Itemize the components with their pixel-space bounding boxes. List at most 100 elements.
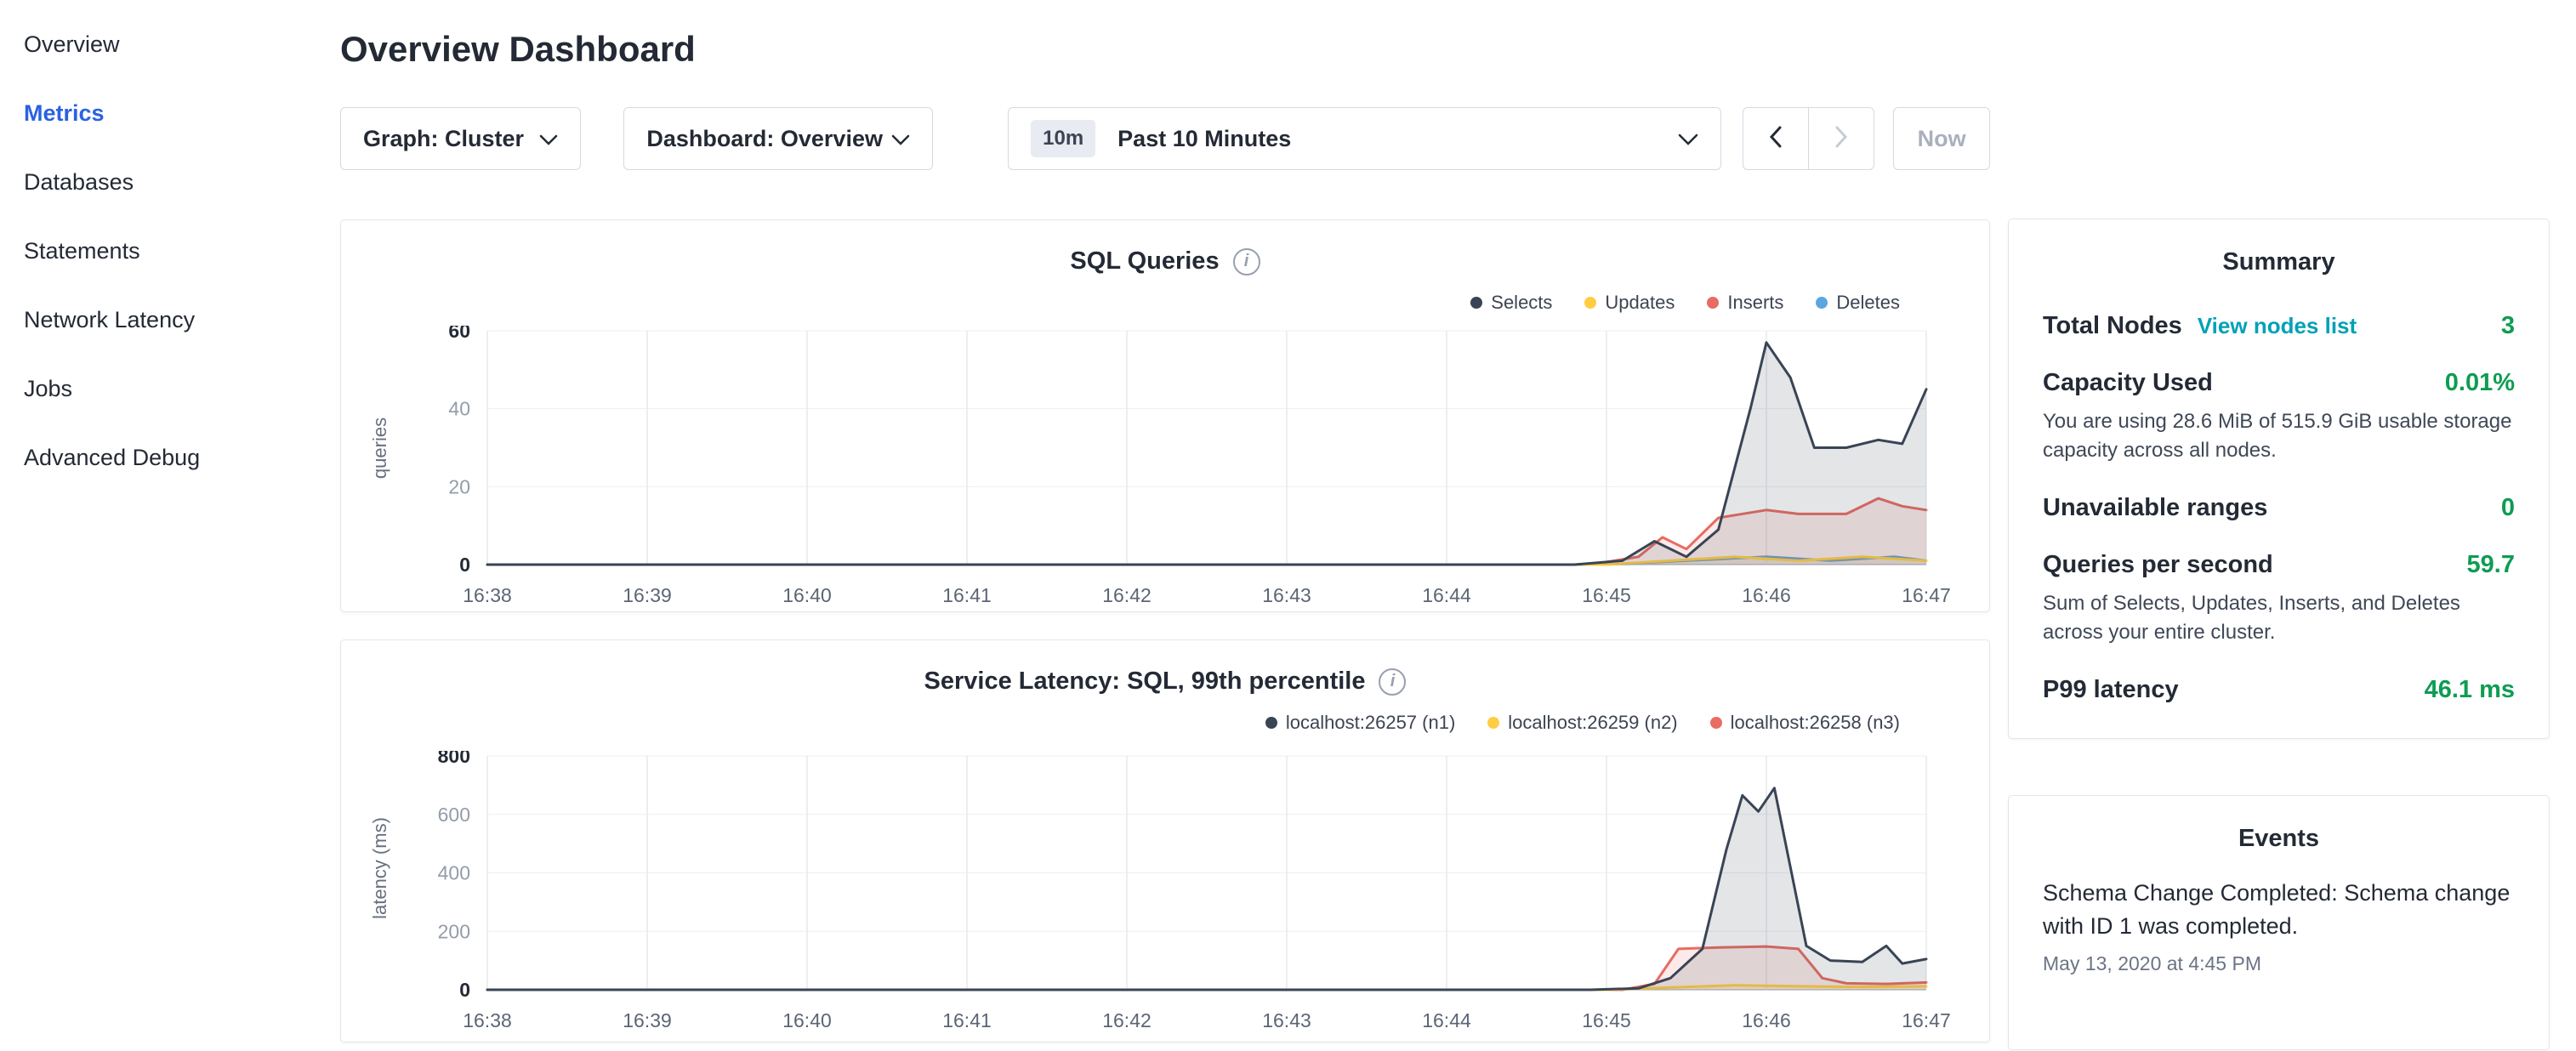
svg-text:600: 600 <box>438 804 470 826</box>
legend-dot-icon <box>1816 297 1828 309</box>
legend-label: Selects <box>1491 292 1552 314</box>
sidebar-item-network-latency[interactable]: Network Latency <box>0 286 340 355</box>
time-step-buttons <box>1743 107 1874 170</box>
svg-text:16:40: 16:40 <box>782 584 832 606</box>
svg-text:16:41: 16:41 <box>942 1009 992 1031</box>
summary-row-queries-per-second: Queries per second 59.7 Sum of Selects, … <box>2043 522 2515 647</box>
sidebar-item-jobs[interactable]: Jobs <box>0 355 340 423</box>
summary-row-value: 46.1 ms <box>2425 676 2515 704</box>
svg-text:16:38: 16:38 <box>463 584 512 606</box>
summary-row-description: Sum of Selects, Updates, Inserts, and De… <box>2043 589 2515 647</box>
summary-row-capacity-used: Capacity Used 0.01% You are using 28.6 M… <box>2043 340 2515 465</box>
sidebar-item-metrics[interactable]: Metrics <box>0 79 340 148</box>
svg-text:40: 40 <box>448 398 470 420</box>
legend-dot-icon <box>1707 297 1719 309</box>
summary-row-description: You are using 28.6 MiB of 515.9 GiB usab… <box>2043 407 2515 465</box>
summary-row-total-nodes: Total Nodes View nodes list 3 <box>2043 283 2515 340</box>
svg-text:16:40: 16:40 <box>782 1009 832 1031</box>
summary-panel: Summary Total Nodes View nodes list 3 Ca… <box>2008 219 2550 739</box>
dashboard-dropdown-label: Dashboard: Overview <box>646 126 883 152</box>
chevron-down-icon <box>891 126 910 152</box>
svg-text:0: 0 <box>459 554 470 576</box>
chevron-right-icon <box>1834 126 1848 152</box>
svg-text:16:43: 16:43 <box>1262 1009 1311 1031</box>
summary-row-value: 0 <box>2501 494 2515 522</box>
svg-text:16:46: 16:46 <box>1742 1009 1791 1031</box>
events-title: Events <box>2043 825 2515 853</box>
svg-text:16:41: 16:41 <box>942 584 992 606</box>
svg-text:20: 20 <box>448 475 470 497</box>
info-icon[interactable]: i <box>1233 248 1260 276</box>
legend-dot-icon <box>1265 717 1277 729</box>
chart-plot[interactable]: 0 20 40 60 16:38 16:39 16:40 16:41 16:42 16:43 16:… <box>341 326 1991 611</box>
chevron-down-icon <box>539 126 558 152</box>
chart-header: Service Latency: SQL, 99th percentile i <box>341 668 1989 696</box>
view-nodes-list-link[interactable]: View nodes list <box>2198 313 2357 339</box>
svg-text:800: 800 <box>438 751 470 767</box>
svg-text:16:39: 16:39 <box>623 1009 672 1031</box>
legend-item: Inserts <box>1707 292 1783 314</box>
time-prev-button[interactable] <box>1743 107 1809 170</box>
app-root: Overview Metrics Databases Statements Ne… <box>0 0 2576 1051</box>
sidebar-item-databases[interactable]: Databases <box>0 148 340 217</box>
legend-item: Deletes <box>1816 292 1900 314</box>
summary-row-value: 3 <box>2501 312 2515 340</box>
legend-item: localhost:26257 (n1) <box>1265 712 1455 734</box>
sidebar-item-advanced-debug[interactable]: Advanced Debug <box>0 423 340 492</box>
chart-header: SQL Queries i <box>341 247 1989 276</box>
svg-text:16:39: 16:39 <box>623 584 672 606</box>
chart-legend: localhost:26257 (n1) localhost:26259 (n2)… <box>1265 712 1900 734</box>
controls-bar: Graph: Cluster Dashboard: Overview 10m P… <box>340 107 1990 170</box>
summary-row-label: Capacity Used <box>2043 369 2213 397</box>
chart-canvas[interactable]: 0 20 40 60 16:38 16:39 16:40 16:41 16:42 16:43 16:… <box>341 326 1991 611</box>
chart-title: SQL Queries <box>1070 247 1219 276</box>
summary-row-value: 59.7 <box>2467 551 2515 579</box>
svg-text:16:42: 16:42 <box>1102 1009 1152 1031</box>
legend-item: localhost:26259 (n2) <box>1487 712 1677 734</box>
summary-row-p99-latency: P99 latency 46.1 ms <box>2043 647 2515 704</box>
summary-row-label: Queries per second <box>2043 551 2273 579</box>
page-title: Overview Dashboard <box>340 29 1990 70</box>
now-button[interactable]: Now <box>1893 107 1990 170</box>
svg-text:16:42: 16:42 <box>1102 584 1152 606</box>
legend-label: Updates <box>1605 292 1675 314</box>
sql-queries-chart-card: SQL Queries i Selects Updates Inserts Delet… <box>340 219 1990 612</box>
legend-label: Inserts <box>1727 292 1783 314</box>
legend-dot-icon <box>1710 717 1722 729</box>
legend-label: localhost:26258 (n3) <box>1731 712 1900 734</box>
dashboard-dropdown[interactable]: Dashboard: Overview <box>623 107 933 170</box>
summary-row-unavailable-ranges: Unavailable ranges 0 <box>2043 465 2515 522</box>
svg-text:60: 60 <box>448 326 470 342</box>
legend-label: localhost:26257 (n1) <box>1286 712 1455 734</box>
events-panel: Events Schema Change Completed: Schema c… <box>2008 795 2550 1050</box>
summary-title: Summary <box>2043 248 2515 276</box>
event-item-text: Schema Change Completed: Schema change w… <box>2043 877 2515 943</box>
graph-dropdown[interactable]: Graph: Cluster <box>340 107 581 170</box>
time-range-badge: 10m <box>1031 120 1095 157</box>
info-icon[interactable]: i <box>1379 668 1406 696</box>
sidebar-item-statements[interactable]: Statements <box>0 217 340 286</box>
time-next-button[interactable] <box>1808 107 1874 170</box>
chart-plot[interactable]: 020040060080016:3816:3916:4016:4116:4216… <box>341 751 1991 1036</box>
legend-item: Selects <box>1470 292 1552 314</box>
time-range-dropdown[interactable]: 10m Past 10 Minutes <box>1008 107 1721 170</box>
chart-canvas[interactable]: 020040060080016:3816:3916:4016:4116:4216… <box>341 751 1991 1036</box>
summary-row-value: 0.01% <box>2445 369 2515 397</box>
summary-row-label: P99 latency <box>2043 676 2179 704</box>
legend-label: localhost:26259 (n2) <box>1508 712 1677 734</box>
legend-dot-icon <box>1584 297 1596 309</box>
sidebar-item-overview[interactable]: Overview <box>0 10 340 79</box>
svg-text:16:47: 16:47 <box>1902 584 1951 606</box>
svg-text:0: 0 <box>459 979 470 1001</box>
legend-dot-icon <box>1487 717 1499 729</box>
svg-text:16:44: 16:44 <box>1422 1009 1471 1031</box>
chevron-down-icon <box>1678 126 1698 152</box>
summary-row-label: Total Nodes <box>2043 312 2182 340</box>
event-item-timestamp: May 13, 2020 at 4:45 PM <box>2043 952 2515 975</box>
legend-item: localhost:26258 (n3) <box>1710 712 1900 734</box>
chevron-left-icon <box>1769 126 1783 152</box>
svg-text:16:43: 16:43 <box>1262 584 1311 606</box>
svg-text:400: 400 <box>438 862 470 884</box>
graph-dropdown-label: Graph: Cluster <box>363 126 524 152</box>
service-latency-chart-card: Service Latency: SQL, 99th percentile i … <box>340 639 1990 1042</box>
